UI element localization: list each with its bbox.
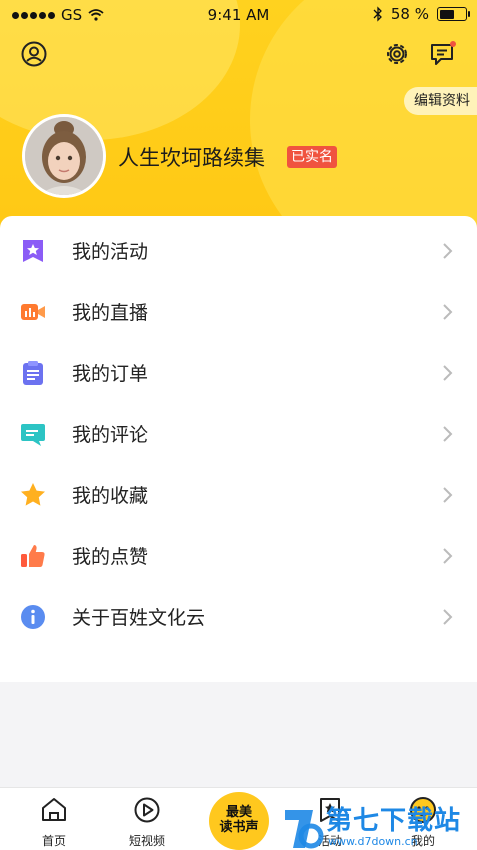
username: 人生坎坷路续集	[118, 146, 265, 170]
menu-item-my-favorites[interactable]: 我的收藏	[0, 464, 477, 525]
avatar-image	[25, 117, 103, 195]
header-decoration	[250, 0, 477, 240]
menu-item-my-live[interactable]: 我的直播	[0, 281, 477, 342]
watermark-url: www.d7down.cn	[328, 835, 418, 848]
battery-icon	[437, 7, 470, 21]
video-camera-icon	[21, 303, 45, 320]
center-read-button[interactable]: 最美 读书声	[209, 792, 269, 850]
bluetooth-icon	[373, 6, 382, 22]
menu-item-my-likes[interactable]: 我的点赞	[0, 525, 477, 586]
info-icon	[21, 604, 45, 629]
comment-icon	[21, 423, 45, 446]
clipboard-icon	[23, 360, 43, 385]
menu-item-my-activities[interactable]: 我的活动	[0, 220, 477, 281]
menu-item-label: 我的直播	[72, 302, 149, 324]
chevron-right-icon	[443, 364, 453, 381]
avatar[interactable]	[22, 114, 106, 198]
chevron-right-icon	[443, 608, 453, 625]
tab-label: 首页	[41, 834, 66, 848]
tab-home[interactable]: 首页	[14, 788, 94, 850]
star-icon	[21, 482, 45, 506]
menu-item-label: 我的活动	[72, 241, 149, 263]
center-badge-line1: 最美	[225, 805, 252, 820]
center-badge-line2: 读书声	[219, 820, 259, 835]
settings-gear-icon[interactable]	[383, 40, 411, 68]
menu-item-my-comments[interactable]: 我的评论	[0, 403, 477, 464]
star-badge-icon	[23, 239, 43, 262]
home-icon	[42, 798, 66, 821]
chevron-right-icon	[443, 486, 453, 503]
play-circle-icon	[134, 797, 160, 823]
tab-short-video[interactable]: 短视频	[107, 788, 187, 850]
menu-card: 我的活动 我的直播 我的订单 我的评论 我的收藏 我的点赞 关于百姓文化云	[0, 216, 477, 682]
chevron-right-icon	[443, 242, 453, 259]
message-icon[interactable]	[429, 40, 457, 68]
menu-item-label: 我的评论	[72, 424, 149, 446]
menu-item-about[interactable]: 关于百姓文化云	[0, 586, 477, 647]
menu-item-label: 我的点赞	[72, 546, 149, 568]
edit-profile-button[interactable]: 编辑资料	[404, 87, 477, 115]
chevron-right-icon	[443, 425, 453, 442]
chevron-right-icon	[443, 547, 453, 564]
battery-percent: 58 %	[390, 5, 429, 23]
user-circle-icon[interactable]	[20, 40, 48, 68]
watermark-title: 第七下载站	[326, 806, 462, 836]
thumbs-up-icon	[21, 544, 45, 567]
menu-item-label: 我的收藏	[72, 485, 149, 507]
verified-badge: 已实名	[287, 146, 337, 168]
status-bar: GS 9:41 AM 58 %	[0, 0, 477, 30]
menu-item-label: 关于百姓文化云	[72, 607, 206, 629]
chevron-right-icon	[443, 303, 453, 320]
menu-item-my-orders[interactable]: 我的订单	[0, 342, 477, 403]
menu-item-label: 我的订单	[72, 363, 149, 385]
tab-label: 短视频	[128, 834, 165, 848]
